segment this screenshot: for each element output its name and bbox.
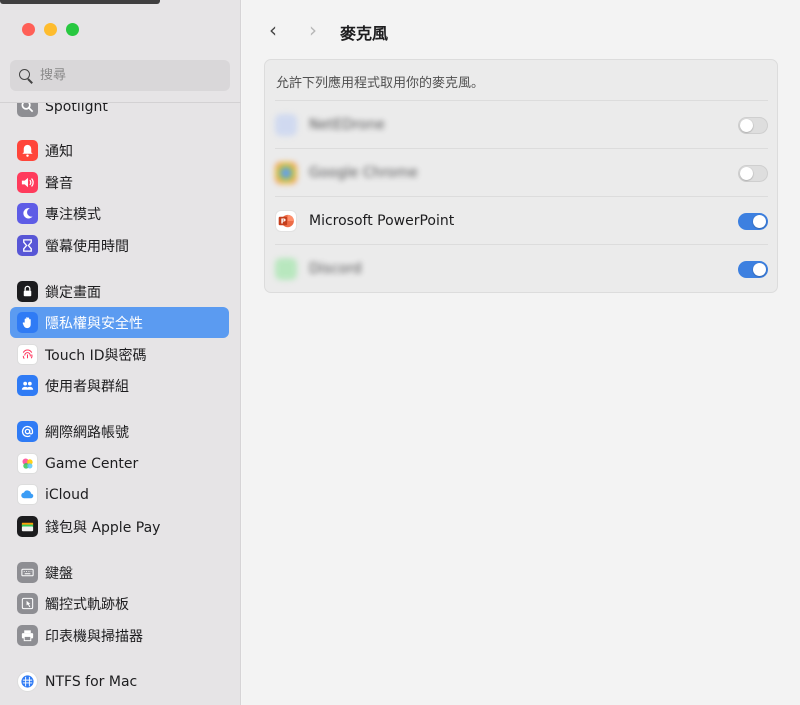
moon-icon	[17, 203, 38, 224]
app-name: Microsoft PowerPoint	[309, 212, 455, 229]
sidebar-item-label: Spotlight	[45, 102, 108, 115]
microphone-apps-panel: 允許下列應用程式取用你的麥克風。 NetEDrone Google Chrome…	[264, 59, 778, 293]
sidebar-item-label: 印表機與掃描器	[45, 628, 143, 645]
back-button[interactable]: ‹	[262, 18, 284, 42]
hourglass-icon	[17, 235, 38, 256]
sidebar-item-label: NTFS for Mac	[45, 673, 138, 690]
sidebar-item-printers[interactable]: 印表機與掃描器	[10, 620, 229, 651]
app-row: P Microsoft PowerPoint	[275, 196, 768, 244]
sidebar-item-lock-screen[interactable]: 鎖定畫面	[10, 276, 229, 307]
zoom-button[interactable]	[66, 23, 79, 36]
sidebar-item-sound[interactable]: 聲音	[10, 167, 229, 198]
microphone-toggle[interactable]	[738, 213, 768, 230]
sidebar-item-trackpad[interactable]: 觸控式軌跡板	[10, 588, 229, 619]
ntfs-icon	[17, 671, 38, 692]
powerpoint-icon: P	[275, 209, 297, 232]
search-field[interactable]	[10, 60, 230, 91]
sidebar-item-label: 隱私權與安全性	[45, 315, 143, 332]
app-name: NetEDrone	[309, 116, 385, 133]
trackpad-icon	[17, 593, 38, 614]
menu-bar-fragment	[0, 0, 160, 4]
sidebar-item-label: 網際網路帳號	[45, 424, 129, 441]
sidebar-item-icloud[interactable]: iCloud	[10, 479, 229, 510]
sidebar-item-users-groups[interactable]: 使用者與群組	[10, 370, 229, 401]
fingerprint-icon	[17, 344, 38, 365]
sidebar-item-internet-accounts[interactable]: 網際網路帳號	[10, 416, 229, 447]
app-row: Discord	[275, 244, 768, 292]
at-icon	[17, 421, 38, 442]
close-button[interactable]	[22, 23, 35, 36]
speaker-icon	[17, 172, 38, 193]
microphone-toggle[interactable]	[738, 261, 768, 278]
microphone-toggle[interactable]	[738, 165, 768, 182]
sidebar-item-wallet[interactable]: 錢包與 Apple Pay	[10, 511, 229, 542]
app-name: Google Chrome	[309, 164, 418, 181]
svg-text:P: P	[281, 217, 286, 225]
sidebar-item-label: Touch ID與密碼	[45, 347, 147, 364]
sidebar: Spotlight 通知 聲音	[0, 0, 241, 705]
page-title: 麥克風	[340, 24, 389, 43]
printer-icon	[17, 625, 38, 646]
sidebar-item-label: 鎖定畫面	[45, 284, 101, 301]
app-name: Discord	[309, 260, 362, 277]
spotlight-icon	[17, 103, 38, 117]
microphone-toggle[interactable]	[738, 117, 768, 134]
users-icon	[17, 375, 38, 396]
app-row: NetEDrone	[275, 100, 768, 148]
forward-button[interactable]: ›	[302, 18, 324, 42]
app-icon	[275, 113, 297, 136]
sidebar-item-notifications[interactable]: 通知	[10, 135, 229, 166]
sidebar-item-game-center[interactable]: Game Center	[10, 448, 229, 479]
sidebar-item-touch-id[interactable]: Touch ID與密碼	[10, 339, 229, 370]
sidebar-item-ntfs[interactable]: NTFS for Mac	[10, 666, 229, 697]
hand-icon	[17, 312, 38, 333]
system-settings-window: Spotlight 通知 聲音	[0, 0, 800, 705]
search-icon	[18, 68, 34, 84]
sidebar-item-label: 螢幕使用時間	[45, 238, 129, 255]
game-center-icon	[17, 453, 38, 474]
panel-description: 允許下列應用程式取用你的麥克風。	[276, 76, 485, 91]
sidebar-item-label: iCloud	[45, 486, 89, 503]
sidebar-item-label: 錢包與 Apple Pay	[45, 519, 161, 536]
sidebar-list[interactable]: Spotlight 通知 聲音 專注模式 螢幕使用時間 鎖定畫面 隱私權與安全性…	[0, 102, 241, 705]
sidebar-item-label: 專注模式	[45, 206, 101, 223]
lock-icon	[17, 281, 38, 302]
sidebar-item-keyboard[interactable]: 鍵盤	[10, 557, 229, 588]
sidebar-item-label: 聲音	[45, 175, 73, 192]
traffic-lights	[22, 23, 79, 36]
wallet-icon	[17, 516, 38, 537]
sidebar-item-screen-time[interactable]: 螢幕使用時間	[10, 230, 229, 261]
cloud-icon	[17, 484, 38, 505]
sidebar-item-label: 鍵盤	[45, 565, 73, 582]
sidebar-item-label: 觸控式軌跡板	[45, 596, 129, 613]
minimize-button[interactable]	[44, 23, 57, 36]
search-input[interactable]	[40, 68, 220, 83]
app-row: Google Chrome	[275, 148, 768, 196]
sidebar-item-label: 使用者與群組	[45, 378, 129, 395]
bell-icon	[17, 140, 38, 161]
chrome-icon	[275, 161, 297, 184]
sidebar-item-label: 通知	[45, 143, 73, 160]
sidebar-item-spotlight[interactable]: Spotlight	[10, 102, 229, 122]
keyboard-icon	[17, 562, 38, 583]
sidebar-item-label: Game Center	[45, 455, 139, 472]
app-icon	[275, 257, 297, 280]
sidebar-item-focus[interactable]: 專注模式	[10, 198, 229, 229]
sidebar-item-privacy-security[interactable]: 隱私權與安全性	[10, 307, 229, 338]
content-pane: ‹ › 麥克風 允許下列應用程式取用你的麥克風。 NetEDrone Googl…	[242, 0, 800, 705]
